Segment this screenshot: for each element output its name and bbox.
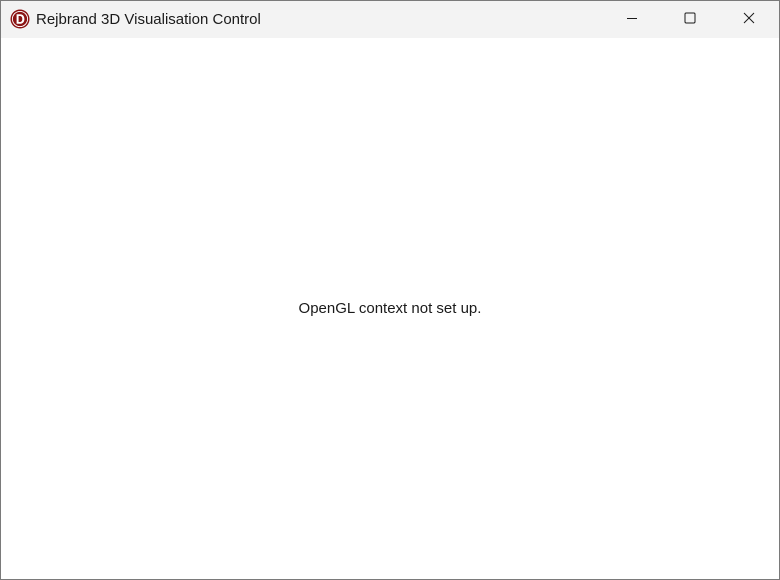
title-bar[interactable]: Rejbrand 3D Visualisation Control — [1, 1, 779, 38]
minimize-button[interactable] — [603, 1, 661, 38]
delphi-d-icon[interactable] — [10, 9, 30, 29]
minimize-icon — [626, 11, 638, 29]
status-message: OpenGL context not set up. — [298, 300, 482, 317]
app-window: Rejbrand 3D Visualisation Control OpenGL… — [0, 0, 780, 580]
window-title: Rejbrand 3D Visualisation Control — [36, 11, 261, 28]
maximize-button[interactable] — [661, 1, 719, 38]
close-icon — [743, 11, 755, 29]
opengl-viewport[interactable]: OpenGL context not set up. — [1, 38, 779, 579]
maximize-icon — [684, 11, 696, 29]
close-button[interactable] — [720, 1, 778, 38]
